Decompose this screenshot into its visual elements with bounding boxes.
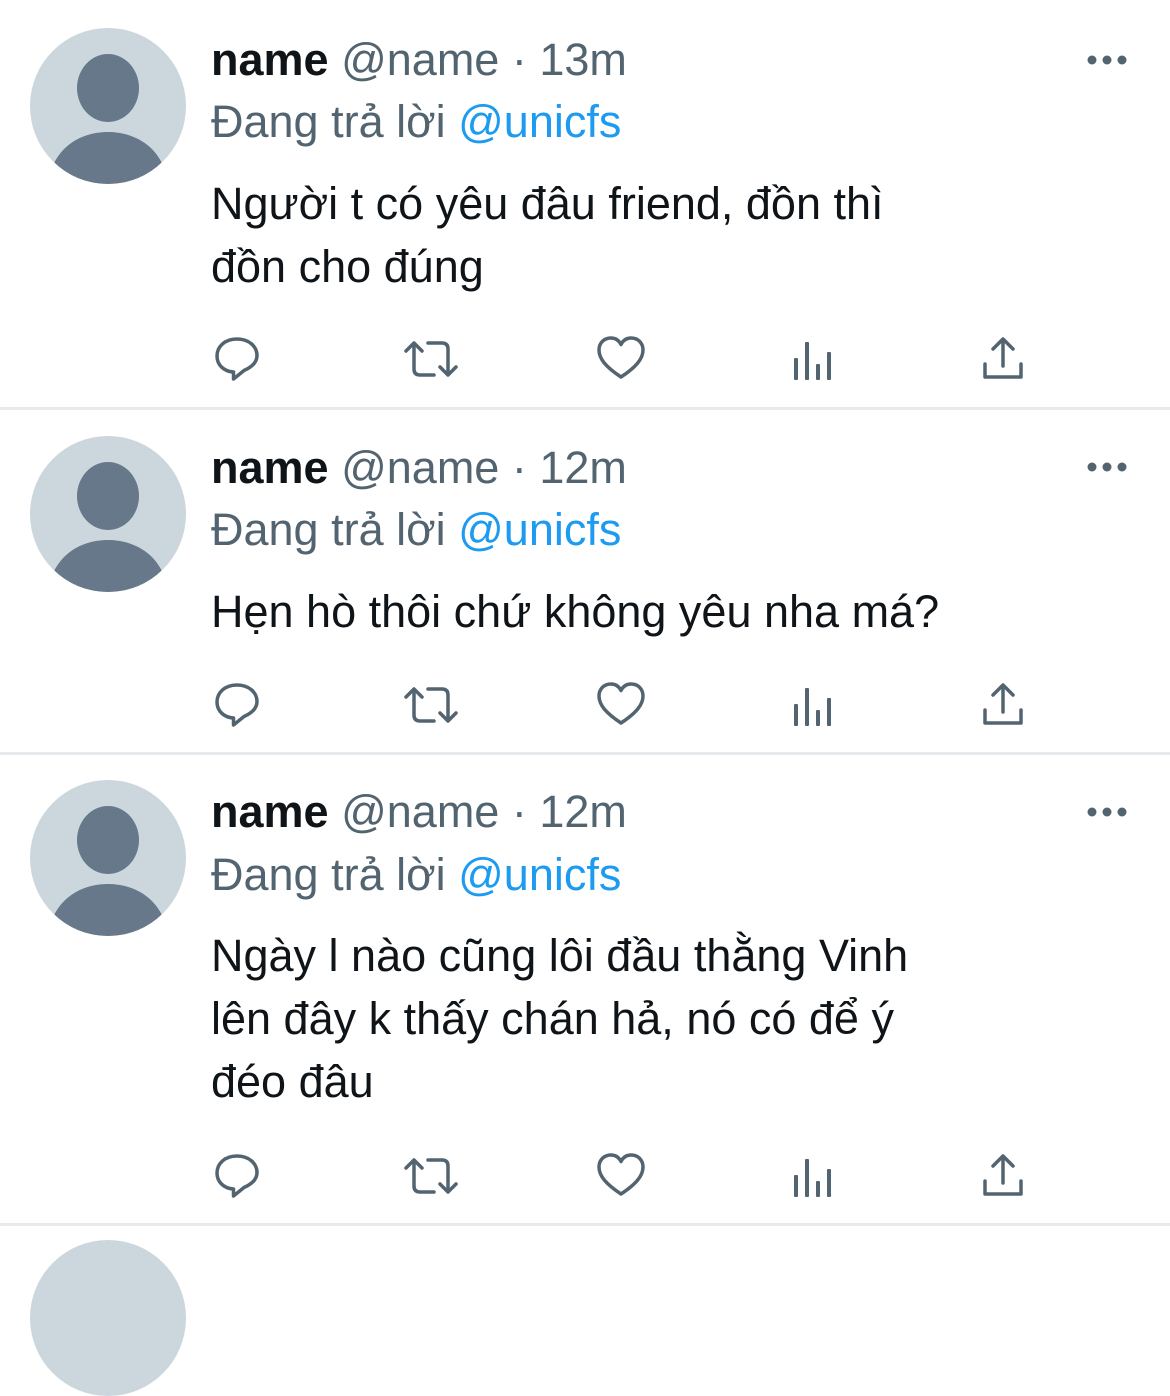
display-name[interactable]: name	[211, 34, 329, 85]
analytics-button[interactable]	[791, 334, 841, 384]
retweet-button[interactable]	[403, 334, 458, 384]
reply-icon	[215, 337, 259, 381]
display-name[interactable]: name	[211, 442, 329, 493]
user-handle[interactable]: @name	[341, 34, 499, 85]
tweet-text-line: đồn cho đúng	[211, 241, 484, 292]
share-icon	[983, 337, 1023, 379]
separator-dot: ·	[511, 442, 527, 493]
heart-icon	[597, 1153, 645, 1196]
reply-mention-link[interactable]: @unicfs	[458, 96, 621, 147]
user-handle[interactable]: @name	[341, 442, 499, 493]
share-button[interactable]	[981, 680, 1031, 730]
analytics-button[interactable]	[791, 1151, 841, 1201]
tweet-header: name @name · 12m	[211, 784, 627, 840]
heart-icon	[597, 336, 645, 379]
replying-to-line: Đang trả lời @unicfs	[211, 847, 621, 903]
analytics-button[interactable]	[791, 680, 841, 730]
share-button[interactable]	[981, 334, 1031, 384]
replying-to-line: Đang trả lời @unicfs	[211, 502, 621, 558]
retweet-icon	[404, 1158, 458, 1194]
retweet-icon	[404, 687, 458, 723]
avatar[interactable]	[30, 28, 186, 184]
default-avatar-icon	[48, 806, 168, 936]
more-horizontal-icon	[1087, 462, 1127, 472]
replying-to-label: Đang trả lời	[211, 96, 446, 147]
retweet-button[interactable]	[403, 1151, 458, 1201]
tweet-text: Hẹn hò thôi chứ không yêu nha má?	[211, 580, 1111, 643]
reply-icon	[215, 683, 259, 727]
reply-button[interactable]	[212, 1151, 262, 1201]
tweet-text: Ngày l nào cũng lôi đầu thằng Vinh lên đ…	[211, 924, 1111, 1113]
tweet-text-line: lên đây k thấy chán hả, nó có để ý	[211, 993, 894, 1044]
default-avatar-icon	[48, 54, 168, 184]
more-options-button[interactable]	[1085, 457, 1129, 477]
tweet-text: Người t có yêu đâu friend, đồn thì đồn c…	[211, 172, 1111, 298]
reply-mention-link[interactable]: @unicfs	[458, 504, 621, 555]
retweet-button[interactable]	[403, 680, 458, 730]
tweet-text-line: Ngày l nào cũng lôi đầu thằng Vinh	[211, 930, 909, 981]
display-name[interactable]: name	[211, 786, 329, 837]
avatar[interactable]	[30, 1240, 186, 1396]
more-horizontal-icon	[1087, 55, 1127, 65]
analytics-icon	[794, 1159, 831, 1197]
tweet-actions	[0, 680, 1170, 736]
replying-to-line: Đang trả lời @unicfs	[211, 94, 621, 150]
replying-to-label: Đang trả lời	[211, 504, 446, 555]
share-icon	[983, 1154, 1023, 1196]
reply-button[interactable]	[212, 680, 262, 730]
tweet-text-line: Hẹn hò thôi chứ không yêu nha má?	[211, 586, 940, 637]
analytics-icon	[794, 688, 831, 726]
share-icon	[983, 683, 1023, 725]
reply-mention-link[interactable]: @unicfs	[458, 849, 621, 900]
like-button[interactable]	[596, 334, 646, 384]
more-options-button[interactable]	[1085, 50, 1129, 70]
timestamp[interactable]: 12m	[539, 442, 627, 493]
tweet[interactable]: name @name · 12m Đang trả lời @unicfs Ng…	[0, 755, 1170, 1223]
retweet-icon	[404, 341, 458, 377]
tweet-header: name @name · 13m	[211, 32, 627, 88]
separator-dot: ·	[511, 786, 527, 837]
separator-dot: ·	[511, 34, 527, 85]
tweet[interactable]: name @name · 12m Đang trả lời @unicfs Hẹ…	[0, 410, 1170, 752]
tweet-text-line: Người t có yêu đâu friend, đồn thì	[211, 178, 884, 229]
reply-button[interactable]	[212, 334, 262, 384]
like-button[interactable]	[596, 680, 646, 730]
default-avatar-icon	[48, 462, 168, 592]
more-options-button[interactable]	[1085, 802, 1129, 822]
replying-to-label: Đang trả lời	[211, 849, 446, 900]
timestamp[interactable]: 13m	[539, 34, 627, 85]
share-button[interactable]	[981, 1151, 1031, 1201]
tweet-divider	[0, 1223, 1170, 1226]
tweet[interactable]: name @name · 13m Đang trả lời @unicfs Ng…	[0, 0, 1170, 408]
more-horizontal-icon	[1087, 807, 1127, 817]
tweet-header: name @name · 12m	[211, 440, 627, 496]
reply-icon	[215, 1154, 259, 1198]
avatar[interactable]	[30, 780, 186, 936]
timestamp[interactable]: 12m	[539, 786, 627, 837]
tweet-text-line: đéo đâu	[211, 1056, 374, 1107]
tweet-actions	[0, 1151, 1170, 1207]
analytics-icon	[794, 342, 831, 380]
like-button[interactable]	[596, 1151, 646, 1201]
user-handle[interactable]: @name	[341, 786, 499, 837]
avatar[interactable]	[30, 436, 186, 592]
tweet-actions	[0, 334, 1170, 390]
heart-icon	[597, 682, 645, 725]
